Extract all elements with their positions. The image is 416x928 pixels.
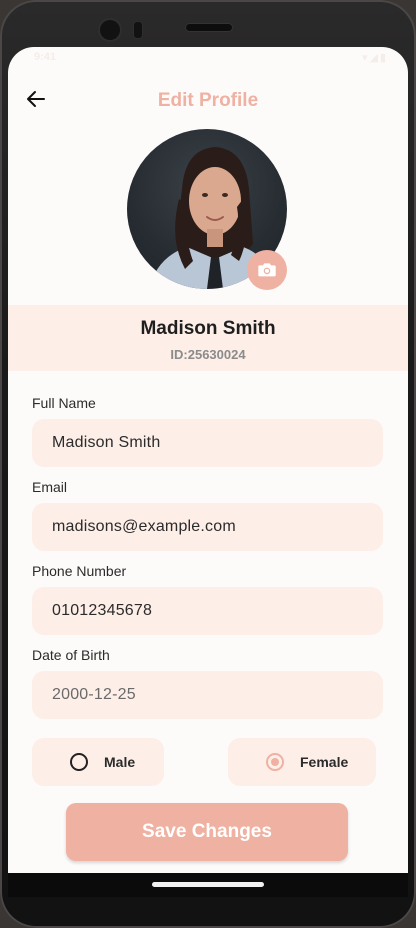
sensor bbox=[134, 22, 142, 38]
female-radio[interactable] bbox=[266, 753, 284, 771]
male-radio[interactable] bbox=[70, 753, 88, 771]
phone-field[interactable]: 01012345678 bbox=[32, 587, 383, 635]
gender-option-female[interactable]: Female bbox=[228, 738, 376, 786]
avatar-container bbox=[127, 129, 287, 290]
male-label: Male bbox=[104, 754, 136, 770]
phone-label: Phone Number bbox=[32, 563, 127, 579]
front-camera bbox=[100, 20, 120, 40]
female-label: Female bbox=[300, 754, 349, 770]
camera-icon bbox=[258, 263, 276, 277]
profile-name: Madison Smith bbox=[140, 318, 276, 339]
status-time: 9:41 bbox=[34, 51, 57, 63]
change-photo-button[interactable] bbox=[247, 250, 287, 290]
full-name-field[interactable]: Madison Smith bbox=[32, 419, 383, 467]
page-title: Edit Profile bbox=[157, 90, 259, 111]
email-label: Email bbox=[32, 479, 68, 495]
save-changes-button[interactable]: Save Changes bbox=[66, 803, 348, 861]
app-screen: 9:41 ▾◢▮ Edit Profile Madison Smith ID:2… bbox=[8, 47, 408, 873]
phone-frame: 9:41 ▾◢▮ Edit Profile Madison Smith ID:2… bbox=[0, 0, 416, 928]
earpiece-speaker bbox=[186, 24, 232, 31]
full-name-label: Full Name bbox=[32, 395, 96, 411]
home-indicator[interactable] bbox=[152, 882, 264, 887]
dob-label: Date of Birth bbox=[32, 647, 110, 663]
status-bar: 9:41 ▾◢▮ bbox=[8, 47, 408, 69]
dob-field[interactable]: 2000-12-25 bbox=[32, 671, 383, 719]
email-field[interactable]: madisons@example.com bbox=[32, 503, 383, 551]
profile-id: ID:25630024 bbox=[170, 347, 246, 362]
status-icons: ▾◢▮ bbox=[361, 52, 388, 64]
gender-option-male[interactable]: Male bbox=[32, 738, 164, 786]
